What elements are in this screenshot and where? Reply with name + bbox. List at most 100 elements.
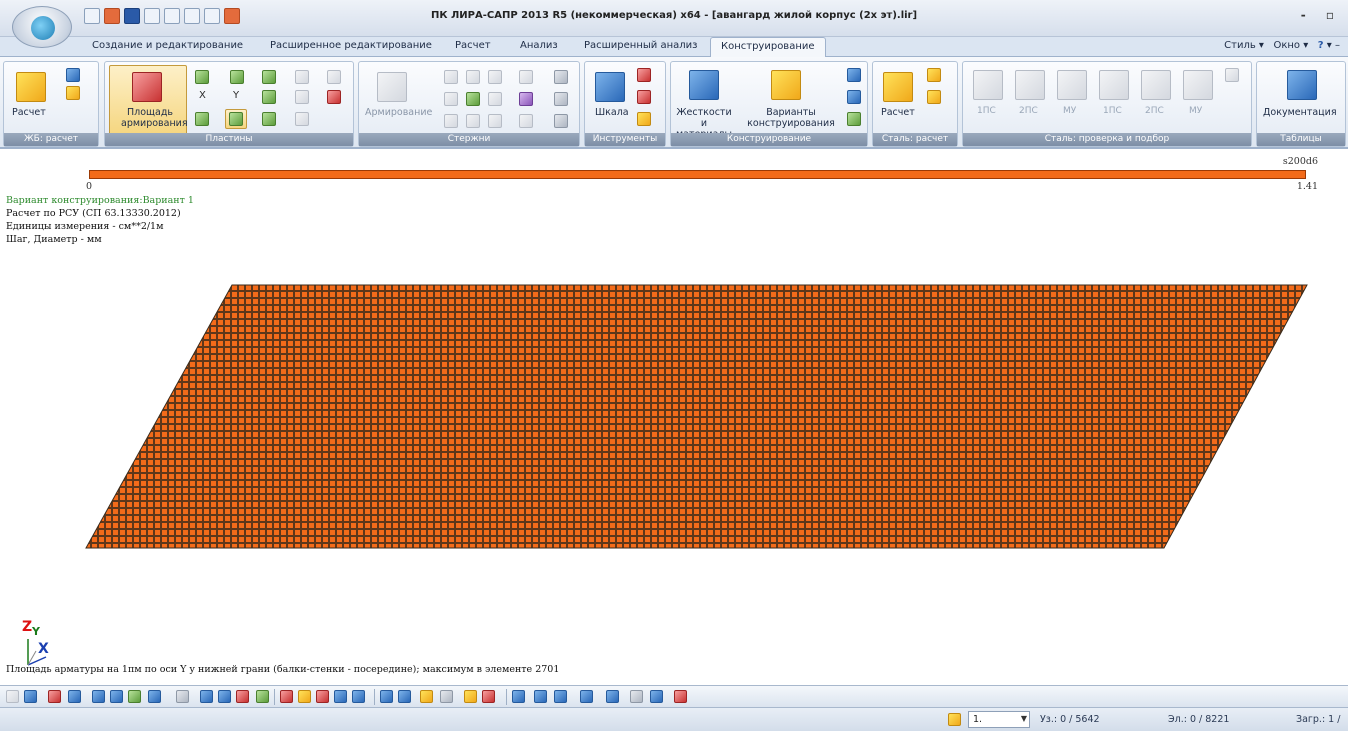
projection-xy-icon[interactable] [580, 690, 593, 703]
steel-check-label[interactable]: 2ПС [1019, 106, 1038, 116]
search-icon[interactable] [380, 690, 393, 703]
window-controls[interactable]: - ▫ [1301, 8, 1342, 22]
plate-icon[interactable] [262, 112, 276, 126]
bar-icon[interactable] [466, 70, 480, 84]
mesh-plate[interactable] [85, 284, 1308, 549]
model-viewport[interactable]: s200d6 0 1.41 Вариант конструирования:Ва… [0, 151, 1348, 685]
steel-calculate-icon[interactable] [883, 72, 913, 102]
tab-calculation[interactable]: Расчет [455, 40, 491, 51]
flag-icon[interactable] [256, 690, 269, 703]
model-tool-icon[interactable] [316, 690, 329, 703]
bar-icon[interactable] [554, 114, 568, 128]
isometric-icon[interactable] [630, 690, 643, 703]
measure-icon[interactable] [440, 690, 453, 703]
grid-icon[interactable] [48, 690, 61, 703]
bar-icon[interactable] [554, 92, 568, 106]
bar-icon[interactable] [488, 114, 502, 128]
bar-icon[interactable] [466, 114, 480, 128]
bar-icon[interactable] [444, 114, 458, 128]
tab-design[interactable]: Конструирование [710, 37, 826, 58]
fragment-icon[interactable] [218, 690, 231, 703]
documentation-button[interactable]: Документация [1263, 107, 1337, 118]
plate-gray-icon[interactable] [295, 70, 309, 84]
chevron-down-icon[interactable]: ▼ [1021, 714, 1027, 723]
steel-select-label[interactable]: 2ПС [1145, 106, 1164, 116]
plate-mesh[interactable] [0, 151, 1348, 685]
model-tool-icon[interactable] [298, 690, 311, 703]
lightning-icon[interactable] [66, 86, 80, 100]
steel-check-icon[interactable] [973, 70, 1003, 100]
plate-icon[interactable] [195, 112, 209, 126]
style-menu[interactable]: Стиль [1224, 40, 1256, 51]
projection-yz-icon[interactable] [606, 690, 619, 703]
bar-icon[interactable] [519, 92, 533, 106]
steel-check-icon[interactable] [1057, 70, 1087, 100]
design-tool-icon[interactable] [847, 112, 861, 126]
table-icon[interactable] [66, 68, 80, 82]
tool-icon[interactable] [637, 112, 651, 126]
tab-analysis[interactable]: Анализ [520, 40, 558, 51]
select-icon[interactable] [6, 690, 19, 703]
bar-reinforcement-button[interactable]: Армирование [365, 107, 432, 118]
steel-calculate-button[interactable]: Расчет [881, 107, 915, 118]
bar-icon[interactable] [488, 92, 502, 106]
bar-icon[interactable] [466, 92, 480, 106]
steel-check-icon[interactable] [1015, 70, 1045, 100]
projection-xz-icon[interactable] [554, 690, 567, 703]
zoom-window-icon[interactable] [110, 690, 123, 703]
plate-icon[interactable] [262, 90, 276, 104]
plate-gray-icon[interactable] [295, 112, 309, 126]
model-tool-icon[interactable] [352, 690, 365, 703]
pan-icon[interactable] [128, 690, 141, 703]
steel-select-icon[interactable] [1141, 70, 1171, 100]
zoom-icon[interactable] [24, 690, 37, 703]
plate-icon[interactable] [262, 70, 276, 84]
plate-red-icon[interactable] [327, 90, 341, 104]
tab-create-edit[interactable]: Создание и редактирование [92, 40, 243, 51]
design-variants-button[interactable]: Варианты конструирования [741, 107, 841, 129]
zoom-all-icon[interactable] [148, 690, 161, 703]
design-variants-icon[interactable] [771, 70, 801, 100]
documentation-icon[interactable] [1287, 70, 1317, 100]
scale-button[interactable]: Шкала [595, 107, 629, 118]
tool-icon[interactable] [637, 68, 651, 82]
plate-icon[interactable] [230, 70, 244, 84]
axes-icon[interactable] [674, 690, 687, 703]
plate-gray-icon[interactable] [327, 70, 341, 84]
steel-select-icon[interactable] [1099, 70, 1129, 100]
steel-select-icon[interactable] [1183, 70, 1213, 100]
search-icon[interactable] [398, 690, 411, 703]
reinforcement-area-icon[interactable] [132, 72, 162, 102]
plate-icon[interactable] [195, 70, 209, 84]
axis-view-icon[interactable] [534, 690, 547, 703]
steel-select-label[interactable]: 1ПС [1103, 106, 1122, 116]
color-icon[interactable] [482, 690, 495, 703]
application-menu-button[interactable] [12, 6, 72, 48]
stiffness-materials-icon[interactable] [689, 70, 719, 100]
steel-tool-icon[interactable] [927, 68, 941, 82]
axis-view-icon[interactable] [512, 690, 525, 703]
steel-select-label[interactable]: МУ [1189, 106, 1202, 116]
bar-reinforcement-icon[interactable] [377, 72, 407, 102]
steel-check-label[interactable]: МУ [1063, 106, 1076, 116]
model-tool-icon[interactable] [334, 690, 347, 703]
display-scale-select[interactable]: 1. ▼ [968, 711, 1030, 728]
reinforcement-area-button[interactable]: Площадь армирования [121, 107, 188, 129]
steel-tool-icon[interactable] [1225, 68, 1239, 82]
design-tool-icon[interactable] [847, 68, 861, 82]
filter-icon[interactable] [176, 690, 189, 703]
rc-calculate-button[interactable]: Расчет [12, 107, 46, 118]
rc-calculate-icon[interactable] [16, 72, 46, 102]
window-menu[interactable]: Окно [1273, 40, 1300, 51]
bar-icon[interactable] [554, 70, 568, 84]
model-tool-icon[interactable] [280, 690, 293, 703]
plate-gray-icon[interactable] [295, 90, 309, 104]
plate-icon[interactable] [229, 112, 243, 126]
tool-icon[interactable] [637, 90, 651, 104]
design-tool-icon[interactable] [847, 90, 861, 104]
bar-icon[interactable] [444, 92, 458, 106]
tab-advanced-analysis[interactable]: Расширенный анализ [584, 40, 697, 51]
paint-icon[interactable] [420, 690, 433, 703]
bar-icon[interactable] [519, 70, 533, 84]
bar-icon[interactable] [519, 114, 533, 128]
